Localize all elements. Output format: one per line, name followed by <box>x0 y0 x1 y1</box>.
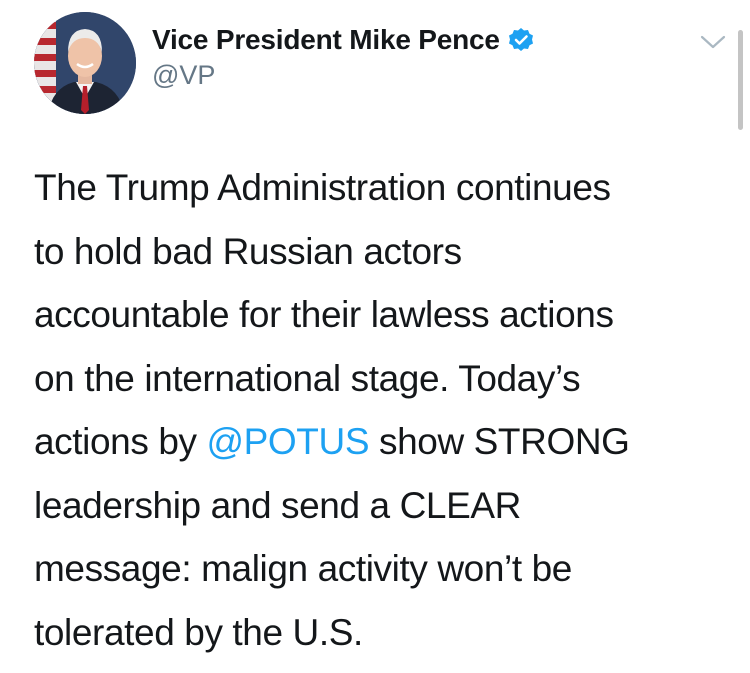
chevron-down-icon <box>700 35 726 49</box>
author-handle[interactable]: @VP <box>152 60 534 91</box>
text-segment: show STRONG <box>369 421 630 462</box>
tweet-text-line: tolerated by the U.S. <box>34 601 724 665</box>
tweet-text-line: message: malign activity won’t be <box>34 537 724 601</box>
author-display-name[interactable]: Vice President Mike Pence <box>152 24 500 56</box>
text-segment: message: malign activity won’t be <box>34 548 572 589</box>
text-segment: on the international stage. Today’s <box>34 357 581 399</box>
tweet-card: Vice President Mike Pence @VP The Trump … <box>0 0 750 673</box>
text-segment: The Trump Administration continues <box>34 167 611 208</box>
tweet-text-line: to hold bad Russian actors <box>34 220 724 284</box>
tweet-text-line: actions by @POTUS show STRONG <box>34 410 724 474</box>
text-segment: to hold bad Russian actors <box>34 230 462 272</box>
author-names: Vice President Mike Pence @VP <box>152 22 534 91</box>
tweet-menu-button[interactable] <box>698 30 728 54</box>
text-segment: actions by <box>34 421 207 462</box>
tweet-text: The Trump Administration continues to ho… <box>34 156 724 664</box>
tweet-text-line: The Trump Administration continues <box>34 156 724 220</box>
tweet-header: Vice President Mike Pence @VP <box>34 10 734 120</box>
text-segment: tolerated by the U.S. <box>34 611 363 653</box>
tweet-text-line: leadership and send a CLEAR <box>34 474 724 538</box>
display-name-row: Vice President Mike Pence <box>152 22 534 58</box>
scrollbar[interactable] <box>738 30 743 130</box>
mention-link[interactable]: @POTUS <box>206 421 369 462</box>
verified-badge-icon <box>508 27 534 53</box>
author-avatar[interactable] <box>34 12 136 114</box>
text-segment: leadership and send a CLEAR <box>34 484 521 526</box>
portrait-avatar <box>34 12 136 114</box>
tweet-text-line: accountable for their lawless actions <box>34 283 724 347</box>
tweet-text-line: on the international stage. Today’s <box>34 347 724 411</box>
text-segment: accountable for their lawless actions <box>34 294 614 335</box>
